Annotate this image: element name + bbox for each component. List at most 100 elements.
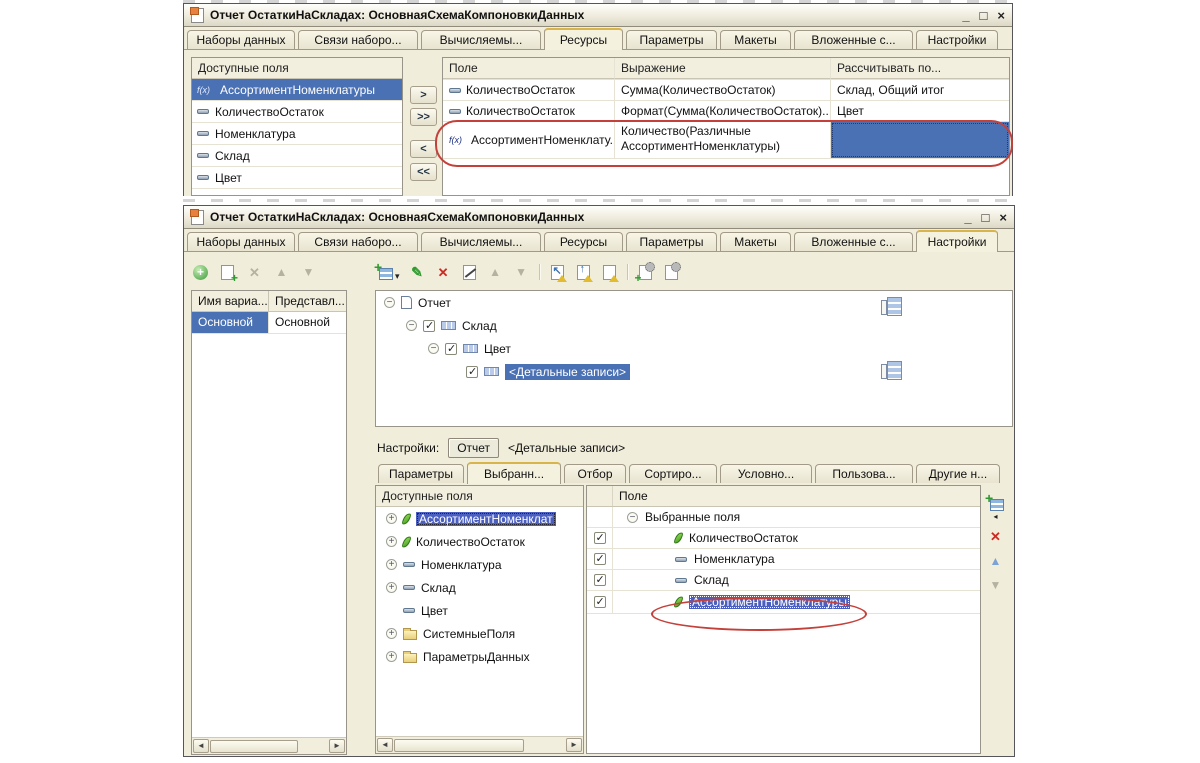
add-variant-button[interactable]: +	[192, 264, 209, 281]
open-settings-button[interactable]	[663, 261, 681, 281]
column-variant-name[interactable]: Имя вариа...	[192, 291, 269, 311]
checkbox[interactable]	[445, 342, 457, 355]
column-field[interactable]: Поле	[443, 58, 615, 79]
expand-icon[interactable]	[386, 536, 397, 547]
tab-resources[interactable]: Ресурсы	[544, 232, 623, 251]
move-left-button[interactable]: <	[410, 140, 437, 158]
tab-filter[interactable]: Отбор	[564, 464, 626, 483]
tab-data-sets[interactable]: Наборы данных	[187, 232, 295, 251]
horizontal-scrollbar[interactable]: ◄ ►	[376, 736, 583, 753]
scroll-right-button[interactable]: ►	[566, 738, 582, 752]
tree-item-cvet[interactable]: Цвет	[376, 337, 1012, 360]
list-item[interactable]: Цвет	[192, 167, 402, 189]
collapse-icon[interactable]	[428, 343, 439, 354]
collapse-icon[interactable]	[627, 511, 638, 523]
horizontal-scrollbar[interactable]: ◄ ►	[192, 737, 346, 754]
edit-settings-button[interactable]	[461, 264, 478, 281]
tree-item[interactable]: Номенклатура	[376, 553, 583, 576]
add-dropdown-icon[interactable]: ◂	[993, 512, 997, 521]
tab-nested[interactable]: Вложенные с...	[794, 30, 913, 49]
tab-calculated[interactable]: Вычисляемы...	[421, 30, 541, 49]
column-calculate-by[interactable]: Рассчитывать по...	[831, 58, 1009, 79]
scroll-thumb[interactable]	[210, 739, 298, 753]
group-up-button[interactable]	[575, 263, 593, 282]
selected-field-row[interactable]: КоличествоОстаток	[587, 528, 980, 549]
tab-layouts[interactable]: Макеты	[720, 30, 791, 49]
delete-field-button[interactable]: ✕	[987, 528, 1004, 545]
expand-icon[interactable]	[386, 651, 397, 662]
column-field[interactable]: Поле	[613, 486, 980, 506]
tab-data-sets[interactable]: Наборы данных	[187, 30, 295, 49]
collapse-icon[interactable]	[384, 297, 395, 308]
tab-user-fields[interactable]: Пользова...	[815, 464, 913, 483]
selected-field-row[interactable]: АссортиментНоменклатуры	[587, 591, 980, 614]
delete-button[interactable]: ✕	[435, 264, 452, 281]
group-move-button[interactable]	[601, 264, 619, 282]
tab-parameters[interactable]: Параметры	[626, 232, 717, 251]
collapse-icon[interactable]	[406, 320, 417, 331]
tab-selected-fields[interactable]: Выбранн...	[467, 462, 561, 484]
checkbox[interactable]	[593, 552, 606, 565]
move-field-up-button[interactable]: ▲	[987, 552, 1004, 569]
tab-nested[interactable]: Вложенные с...	[794, 232, 913, 251]
checkbox[interactable]	[593, 531, 606, 544]
tree-item[interactable]: СистемныеПоля	[376, 622, 583, 645]
column-expression[interactable]: Выражение	[615, 58, 831, 79]
tree-item-sklad[interactable]: Склад	[376, 314, 1012, 337]
selected-cell[interactable]	[831, 122, 1009, 158]
title-bar[interactable]: Отчет ОстаткиНаСкладах: ОсновнаяСхемаКом…	[184, 4, 1012, 27]
add-dropdown-icon[interactable]: ▾	[395, 271, 400, 282]
tree-item[interactable]: КоличествоОстаток	[376, 530, 583, 553]
list-item[interactable]: Склад	[192, 145, 402, 167]
expand-icon[interactable]	[386, 628, 397, 639]
scroll-thumb[interactable]	[394, 738, 524, 752]
tab-other[interactable]: Другие н...	[916, 464, 1000, 483]
tab-set-links[interactable]: Связи наборо...	[298, 232, 418, 251]
selected-field-row[interactable]: Номенклатура	[587, 549, 980, 570]
tab-resources[interactable]: Ресурсы	[544, 28, 623, 50]
tab-parameters-settings[interactable]: Параметры	[378, 464, 464, 483]
minimize-button[interactable]: _	[962, 9, 969, 22]
table-row[interactable]: КоличествоОстаток Сумма(КоличествоОстато…	[443, 80, 1009, 101]
move-down-button[interactable]: ▼	[300, 264, 317, 281]
move-up-button[interactable]: ▲	[487, 264, 504, 281]
group-back-button[interactable]	[549, 264, 567, 282]
column-presentation[interactable]: Представл...	[269, 291, 346, 311]
edit-button[interactable]	[409, 264, 426, 281]
maximize-button[interactable]: □	[982, 211, 990, 224]
title-bar[interactable]: Отчет ОстаткиНаСкладах: ОсновнаяСхемаКом…	[184, 206, 1014, 229]
checkbox[interactable]	[423, 319, 435, 332]
close-button[interactable]: ×	[997, 9, 1005, 22]
tab-sorting[interactable]: Сортиро...	[629, 464, 717, 483]
checkbox[interactable]	[593, 573, 606, 586]
list-item[interactable]: КоличествоОстаток	[192, 101, 402, 123]
add-element-button[interactable]	[374, 259, 393, 281]
table-row[interactable]: f(x) АссортиментНоменклату... Количество(…	[443, 122, 1009, 159]
minimize-button[interactable]: _	[964, 211, 971, 224]
expand-icon[interactable]	[386, 513, 397, 524]
tab-calculated[interactable]: Вычисляемы...	[421, 232, 541, 251]
close-button[interactable]: ×	[999, 211, 1007, 224]
selected-field-row[interactable]: Склад	[587, 570, 980, 591]
tree-item[interactable]: Цвет	[376, 599, 583, 622]
tab-settings[interactable]: Настройки	[916, 30, 998, 49]
scroll-right-button[interactable]: ►	[329, 739, 345, 753]
table-row[interactable]: КоличествоОстаток Формат(Сумма(Количеств…	[443, 101, 1009, 122]
new-settings-button[interactable]	[635, 261, 655, 285]
move-right-button[interactable]: >	[410, 86, 437, 104]
tree-item-report[interactable]: Отчет	[376, 291, 1012, 314]
maximize-button[interactable]: □	[980, 9, 988, 22]
expand-icon[interactable]	[386, 559, 397, 570]
list-item[interactable]: f(x) АссортиментНоменклатуры	[192, 79, 402, 101]
scope-report-button[interactable]: Отчет	[448, 438, 500, 458]
selected-fields-root-row[interactable]: Выбранные поля	[587, 507, 980, 528]
move-all-left-button[interactable]: <<	[410, 163, 437, 181]
tab-set-links[interactable]: Связи наборо...	[298, 30, 418, 49]
list-item[interactable]: Номенклатура	[192, 123, 402, 145]
scroll-left-button[interactable]: ◄	[377, 738, 393, 752]
checkbox[interactable]	[466, 365, 478, 378]
tree-item[interactable]: Склад	[376, 576, 583, 599]
checkbox[interactable]	[593, 595, 606, 608]
move-all-right-button[interactable]: >>	[410, 108, 437, 126]
move-up-button[interactable]: ▲	[273, 264, 290, 281]
